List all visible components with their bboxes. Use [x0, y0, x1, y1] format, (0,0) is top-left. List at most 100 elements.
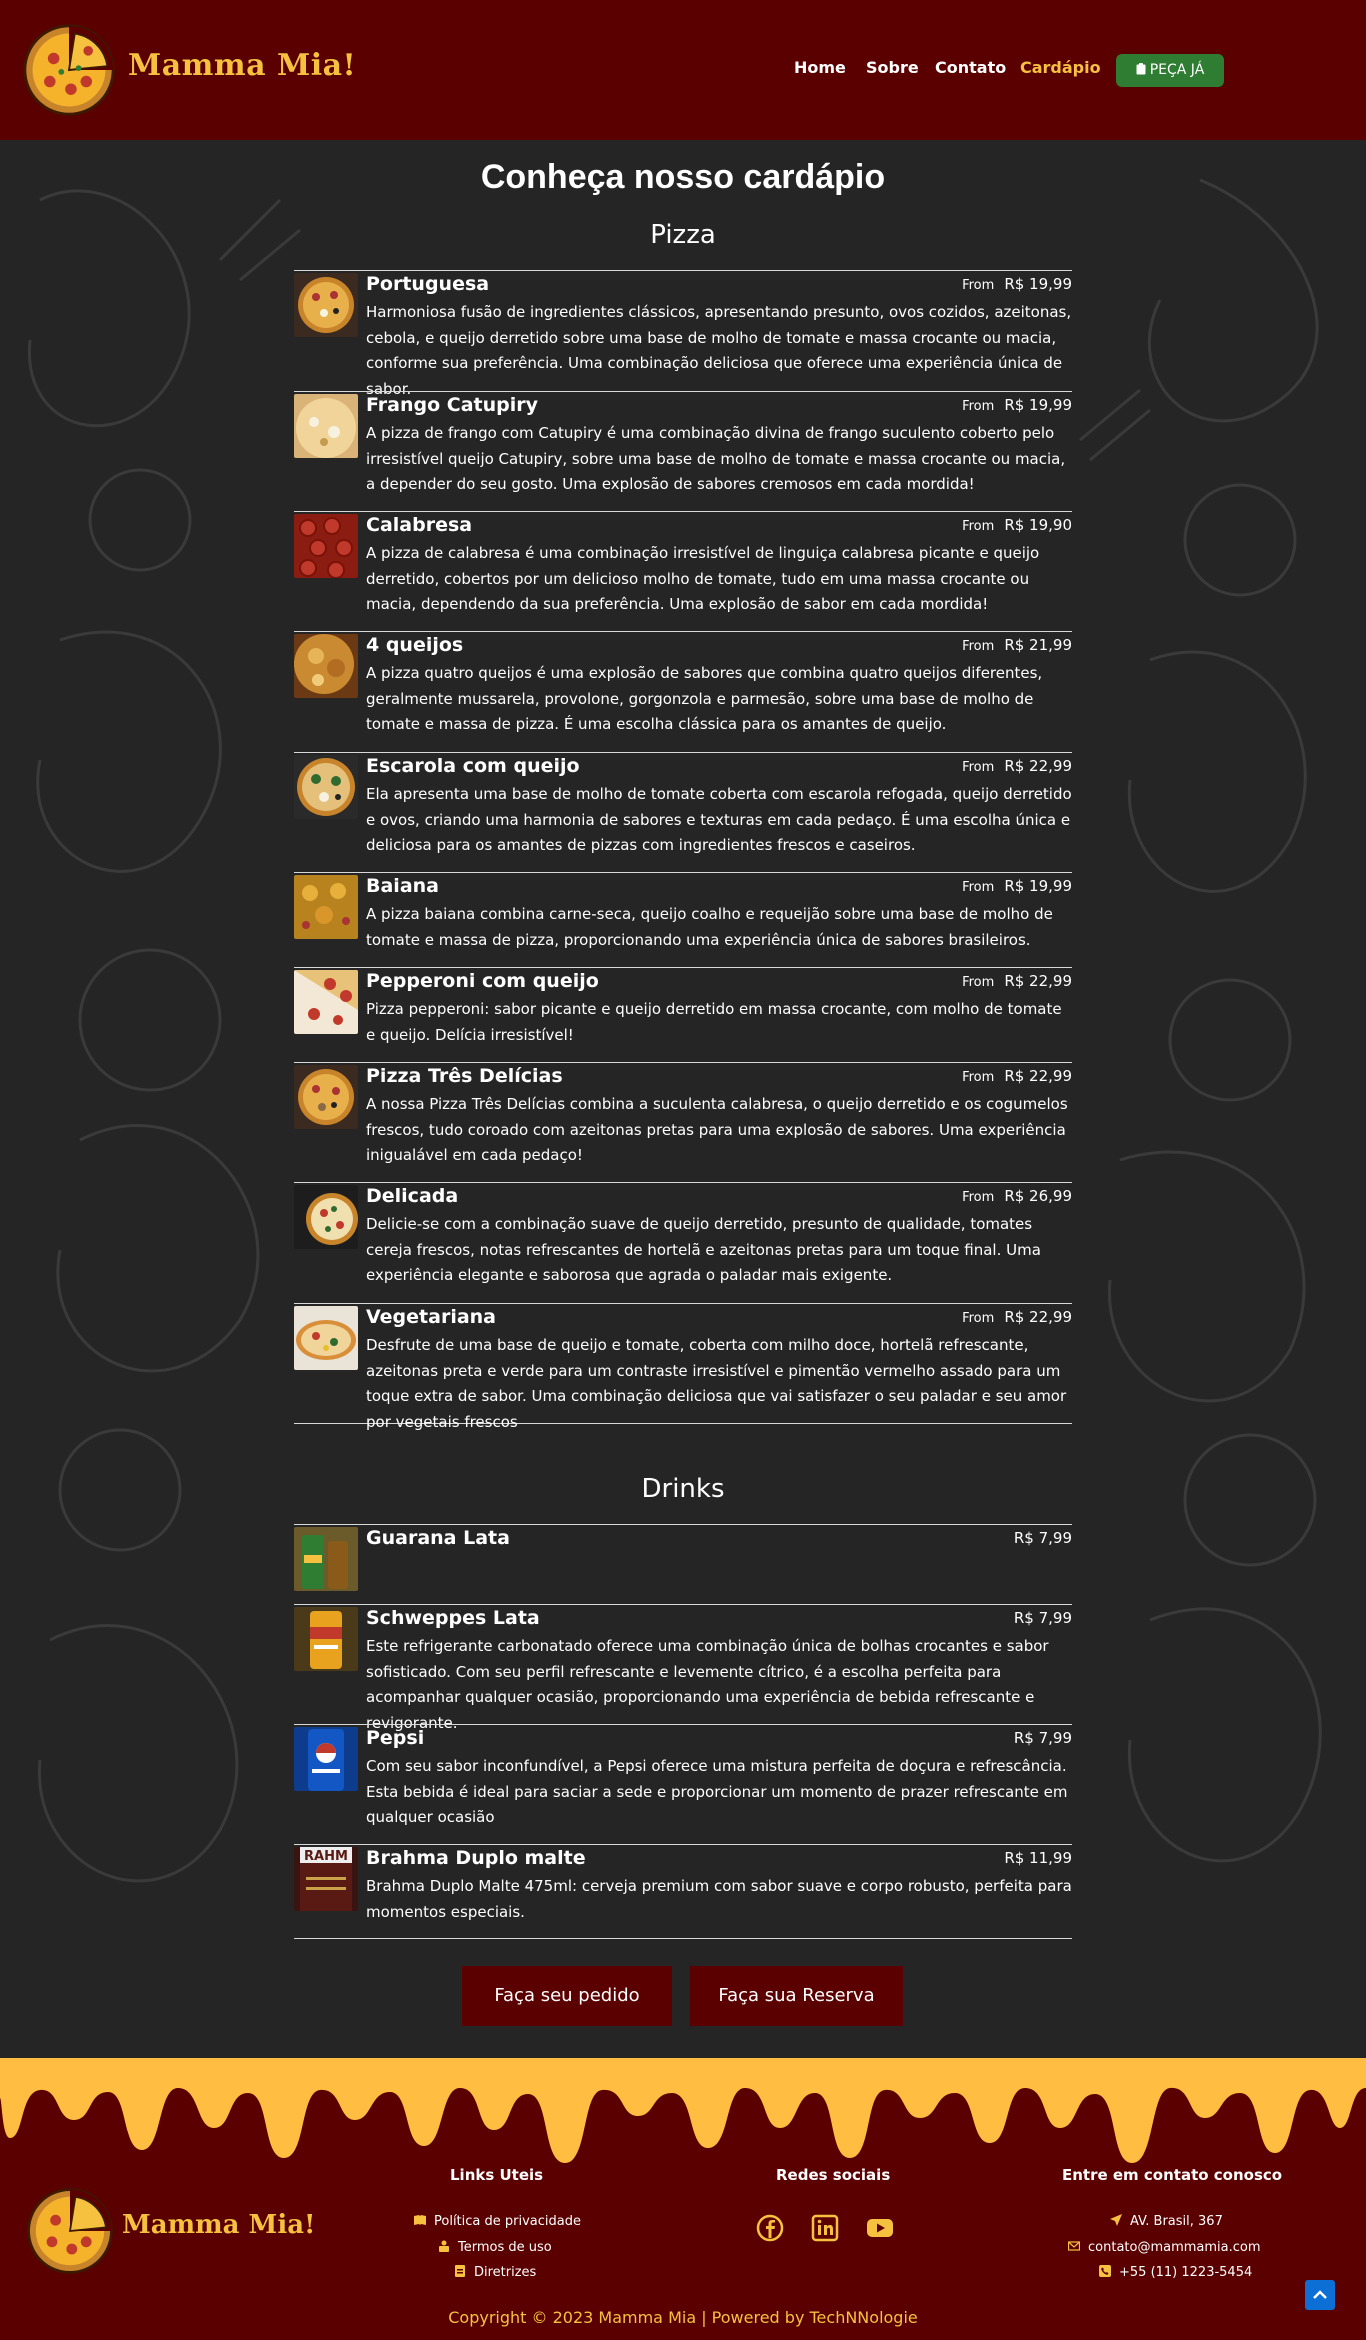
menu-item-escarola-com-queijo[interactable]: Escarola com queijo From R$ 22,99 Ela apr…	[294, 752, 1072, 872]
item-name: Frango Catupiry	[366, 394, 538, 416]
footer-logo[interactable]: Mamma Mia!	[24, 2186, 324, 2276]
pizza-logo-icon	[27, 2188, 113, 2274]
chevron-up-icon	[1313, 2290, 1327, 2299]
people-icon	[439, 2240, 449, 2252]
nav-sobre[interactable]: Sobre	[866, 58, 919, 77]
item-description: Delicie-se com a combinação suave de que…	[366, 1215, 1041, 1284]
item-name: Portuguesa	[366, 273, 490, 295]
contact-title: Entre em contato conosco	[1062, 2166, 1283, 2184]
order-now-button[interactable]: PEÇA JÁ	[1116, 54, 1224, 87]
pizza-thumbnail	[294, 634, 358, 698]
email-link[interactable]: contato@mammamia.com	[1068, 2240, 1261, 2255]
pizza-thumbnail	[294, 1065, 358, 1129]
item-description: Com seu sabor inconfundível, a Pepsi ofe…	[366, 1757, 1068, 1826]
pizza-thumbnail	[294, 1306, 358, 1370]
logo[interactable]: Mamma Mia!	[20, 22, 356, 118]
make-reservation-button[interactable]: Faça sua Reserva	[690, 1966, 903, 2026]
privacy-policy-link[interactable]: Política de privacidade	[414, 2214, 581, 2229]
item-name: Pizza Três Delícias	[366, 1065, 563, 1087]
item-description: A pizza quatro queijos é uma explosão de…	[366, 664, 1043, 733]
menu-item-brahma-duplo-malte[interactable]: RAHM Brahma Duplo malte R$ 11,99 Brahma …	[294, 1844, 1072, 1938]
menu-item-pepsi[interactable]: Pepsi R$ 7,99 Com seu sabor inconfundíve…	[294, 1724, 1072, 1844]
item-name: Pepsi	[366, 1727, 425, 1749]
nav-home[interactable]: Home	[794, 58, 846, 77]
envelope-icon	[1068, 2241, 1080, 2251]
item-description: A nossa Pizza Três Delícias combina a su…	[366, 1095, 1068, 1164]
place-order-button[interactable]: Faça seu pedido	[462, 1966, 672, 2026]
pizza-thumbnail	[294, 394, 358, 458]
menu-item-frango-catupiry[interactable]: Frango Catupiry From R$ 19,99 A pizza de …	[294, 391, 1072, 511]
menu-item-vegetariana[interactable]: Vegetariana From R$ 22,99 Desfrute de uma…	[294, 1303, 1072, 1431]
item-name: Delicada	[366, 1185, 459, 1207]
copyright-text: Copyright © 2023 Mamma Mia | Powered by …	[448, 2308, 918, 2327]
item-description: A pizza de frango com Catupiry é uma com…	[366, 424, 1066, 493]
item-description: Este refrigerante carbonatado oferece um…	[366, 1637, 1049, 1732]
item-description: A pizza de calabresa é uma combinação ir…	[366, 544, 1040, 613]
menu-item-4-queijos[interactable]: 4 queijos From R$ 21,99 A pizza quatro qu…	[294, 631, 1072, 752]
pizza-thumbnail	[294, 970, 358, 1034]
brahma-can-text: RAHM	[304, 1849, 348, 1864]
nav-contato[interactable]: Contato	[935, 58, 1006, 77]
item-description: Pizza pepperoni: sabor picante e queijo …	[366, 1000, 1062, 1044]
drink-thumbnail: RAHM	[294, 1847, 358, 1911]
order-now-label: PEÇA JÁ	[1149, 62, 1205, 78]
facebook-icon[interactable]	[756, 2214, 784, 2242]
page-title: Conheça nosso cardápio	[480, 158, 886, 196]
menu-item-guarana-lata[interactable]: Guarana Lata R$ 7,99	[294, 1524, 1072, 1604]
item-description: Harmoniosa fusão de ingredientes clássic…	[366, 303, 1072, 398]
item-price: R$ 7,99	[1013, 1729, 1072, 1747]
pizza-logo-icon	[23, 24, 115, 116]
menu-item-portuguesa[interactable]: Portuguesa From R$ 19,99 Harmoniosa fusão…	[294, 270, 1072, 398]
menu-item-pizza-tres-delicias[interactable]: Pizza Três Delícias From R$ 22,99 A nossa…	[294, 1062, 1072, 1182]
item-description: A pizza baiana combina carne-seca, queij…	[366, 905, 1053, 949]
item-price: From R$ 19,99	[962, 396, 1072, 414]
item-price: From R$ 21,99	[962, 636, 1072, 654]
menu-item-pepperoni-com-queijo[interactable]: Pepperoni com queijo From R$ 22,99 Pizza …	[294, 967, 1072, 1062]
document-icon	[455, 2265, 465, 2277]
book-icon	[414, 2215, 426, 2225]
menu-item-calabresa[interactable]: Calabresa From R$ 19,90 A pizza de calabr…	[294, 511, 1072, 631]
clipboard-icon	[1136, 63, 1146, 75]
footer-brand-name: Mamma Mia!	[122, 2210, 316, 2240]
item-name: Brahma Duplo malte	[366, 1847, 586, 1869]
menu-item-delicada[interactable]: Delicada From R$ 26,99 Delicie-se com a c…	[294, 1182, 1072, 1303]
pizza-thumbnail	[294, 755, 358, 819]
item-description: Desfrute de uma base de queijo e tomate,…	[366, 1336, 1067, 1431]
scroll-to-top-button[interactable]	[1305, 2280, 1335, 2310]
terms-of-use-link[interactable]: Termos de uso	[438, 2240, 552, 2255]
nav-cardapio[interactable]: Cardápio	[1020, 58, 1101, 77]
item-price: From R$ 26,99	[962, 1187, 1072, 1205]
item-price: From R$ 22,99	[962, 972, 1072, 990]
item-description: Ela apresenta uma base de molho de tomat…	[366, 785, 1072, 854]
pizza-section-title: Pizza	[650, 220, 716, 250]
pizza-thumbnail	[294, 1185, 358, 1249]
item-name: Vegetariana	[366, 1306, 496, 1328]
item-price: From R$ 19,99	[962, 877, 1072, 895]
item-name: Schweppes Lata	[366, 1607, 540, 1629]
cheese-drip-decoration	[0, 2058, 1366, 2163]
menu-item-baiana[interactable]: Baiana From R$ 19,99 A pizza baiana combi…	[294, 872, 1072, 967]
item-description: Brahma Duplo Malte 475ml: cerveja premiu…	[366, 1877, 1072, 1921]
pizza-thumbnail	[294, 875, 358, 939]
item-price: From R$ 22,99	[962, 1067, 1072, 1085]
site-header: Mamma Mia! Home Sobre Contato Cardápio P…	[0, 0, 1366, 140]
social-title: Redes sociais	[776, 2166, 891, 2184]
phone-icon	[1099, 2265, 1111, 2277]
guidelines-link[interactable]: Diretrizes	[454, 2265, 536, 2280]
pizza-thumbnail	[294, 514, 358, 578]
drink-thumbnail	[294, 1527, 358, 1591]
phone-link[interactable]: +55 (11) 1223-5454	[1099, 2265, 1252, 2280]
address-text: AV. Brasil, 367	[1110, 2214, 1223, 2229]
drinks-list: Guarana Lata R$ 7,99 Schweppes Lata R$ 7…	[294, 1524, 1072, 1939]
drink-thumbnail	[294, 1607, 358, 1671]
item-name: 4 queijos	[366, 634, 464, 656]
menu-item-schweppes-lata[interactable]: Schweppes Lata R$ 7,99 Este refrigerante…	[294, 1604, 1072, 1732]
item-price: From R$ 19,99	[962, 275, 1072, 293]
item-price: R$ 7,99	[1013, 1529, 1072, 1547]
site-footer: Mamma Mia! Links Uteis Política de priva…	[0, 2058, 1366, 2340]
linkedin-icon[interactable]	[811, 2214, 839, 2242]
item-price: R$ 11,99	[1004, 1849, 1072, 1867]
item-name: Escarola com queijo	[366, 755, 580, 777]
youtube-icon[interactable]	[866, 2214, 894, 2242]
brand-name: Mamma Mia!	[128, 48, 357, 83]
